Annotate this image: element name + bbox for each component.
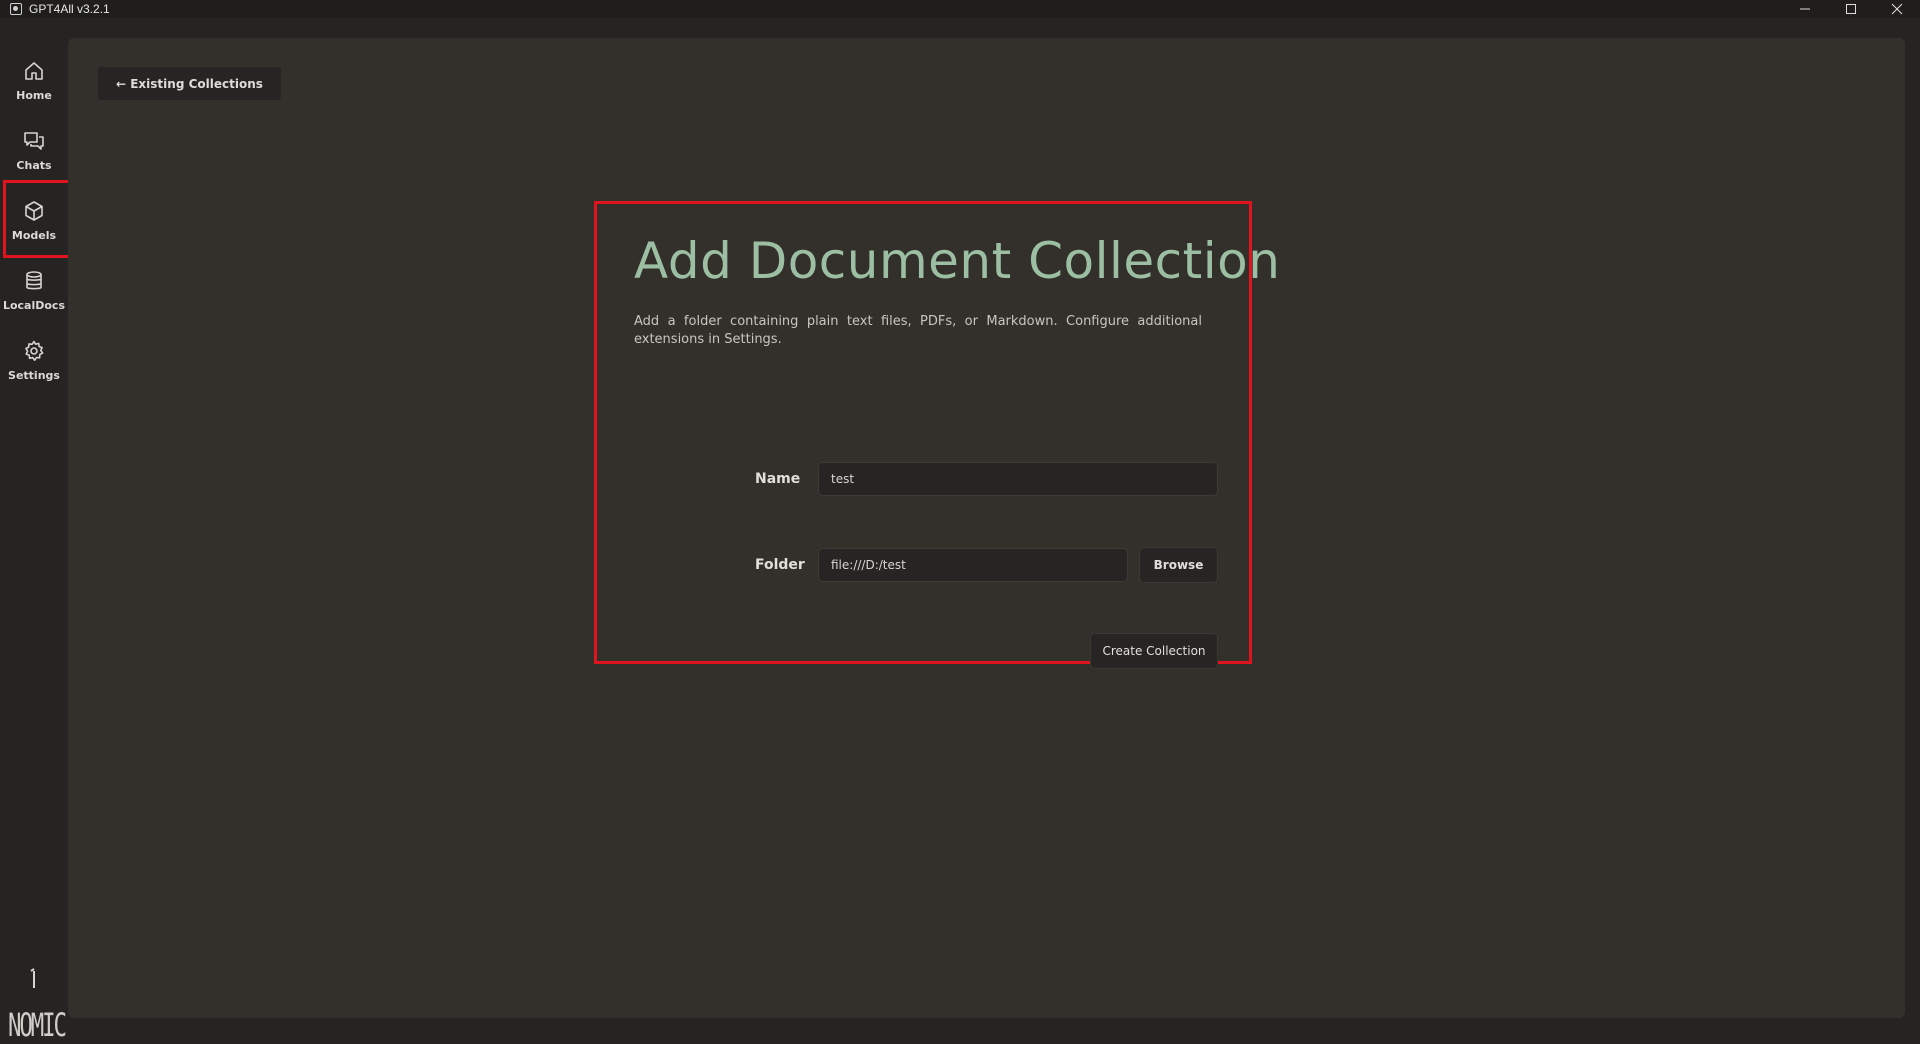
nomic-mark-icon [30,968,35,988]
page-description: Add a folder containing plain text files… [634,314,1202,347]
sidebar-item-label: Chats [16,158,52,172]
name-label: Name [755,471,801,487]
maximize-icon [1846,4,1856,14]
close-icon [1891,3,1903,15]
sidebar-item-label: Home [16,88,52,102]
browse-button[interactable]: Browse [1139,547,1218,583]
window-title: GPT4All v3.2.1 [29,2,110,16]
existing-collections-button[interactable]: ← Existing Collections [98,67,281,100]
models-cube-icon [25,200,43,221]
title-bar: GPT4All v3.2.1 [0,0,1920,18]
sidebar-item-settings[interactable]: Settings [0,325,68,395]
main-panel: ← Existing Collections [68,38,1905,1018]
database-icon [26,270,42,289]
app-logo-icon [10,3,22,15]
close-window-button[interactable] [1874,0,1920,18]
minimize-button[interactable] [1782,0,1828,18]
sidebar-item-label: Models [11,228,57,242]
sidebar-item-label: Settings [8,368,60,382]
maximize-button[interactable] [1828,0,1874,18]
folder-input[interactable] [818,548,1128,582]
home-icon [25,61,43,80]
nomic-logo: NOMIC [8,1006,67,1044]
sidebar-item-localdocs[interactable]: LocalDocs [0,255,68,325]
sidebar-item-home[interactable]: Home [0,45,68,115]
sidebar-item-models[interactable]: Models [0,185,68,255]
gear-icon [25,340,44,361]
sidebar: Home Chats Models LocalDocs Settings NOM… [0,36,68,1044]
window-controls [1782,0,1920,18]
page-title: Add Document Collection [634,232,1281,290]
folder-label: Folder [755,557,805,573]
sidebar-item-label: LocalDocs [2,298,66,312]
chats-icon [24,131,44,150]
name-input[interactable] [818,462,1218,496]
minimize-icon [1800,8,1810,10]
create-collection-button[interactable]: Create Collection [1090,633,1218,669]
sidebar-item-chats[interactable]: Chats [0,115,68,185]
